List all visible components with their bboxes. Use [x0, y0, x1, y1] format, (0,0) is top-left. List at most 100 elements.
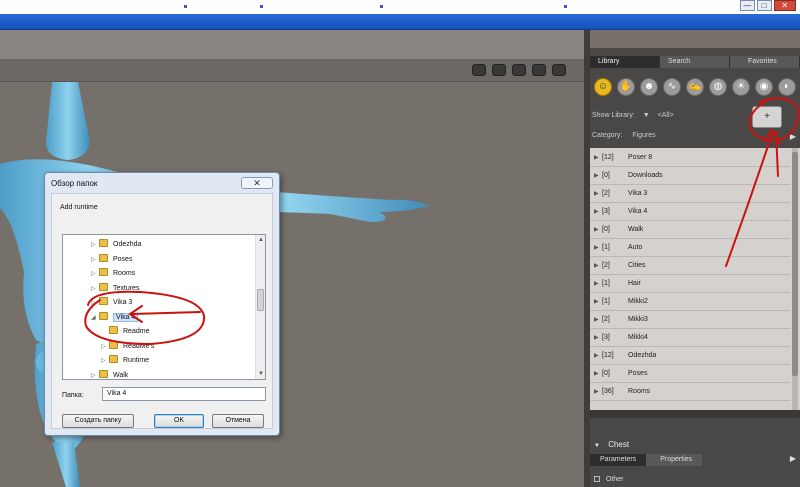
tab-favorites[interactable]: Favorites [730, 56, 800, 68]
tree-expander-icon[interactable]: ▷ [91, 369, 99, 380]
folder-icon [109, 326, 118, 334]
library-item[interactable]: ▶ [2] Mikki3 [590, 311, 790, 329]
library-item[interactable]: ▶ [0] Poses [590, 365, 790, 383]
scroll-up-icon[interactable]: ▲ [256, 235, 265, 245]
dialog-body: Add runtime ▲ ▼ ▷ Odezhda ▷ Poses ▷ Rooms ▷ Tex… [51, 193, 273, 429]
show-library-value[interactable]: <All> [658, 112, 674, 119]
item-count: [12] [602, 154, 614, 161]
hand-icon[interactable]: ✍ [686, 78, 704, 96]
library-item[interactable]: ▶ [2] Cities [590, 257, 790, 275]
expand-triangle-icon[interactable]: ▶ [590, 239, 602, 257]
folder-node[interactable]: ▷ Walk [91, 369, 128, 380]
camera-icon[interactable]: ◉ [755, 78, 773, 96]
expand-triangle-icon[interactable]: ▶ [590, 221, 602, 239]
hair-icon[interactable]: ∿ [663, 78, 681, 96]
library-item[interactable]: ▶ [1] Auto [590, 239, 790, 257]
expand-triangle-icon[interactable]: ▶ [590, 329, 602, 347]
dropdown-arrow-icon[interactable]: ▼ [643, 112, 650, 119]
tab-properties[interactable]: Properties [646, 454, 703, 466]
folder-node[interactable]: ▷ Poses [91, 253, 132, 267]
folder-node[interactable]: ◢ Vika 4 [91, 311, 139, 325]
parameters-header[interactable]: ▼ Chest [594, 440, 629, 449]
group-toggle-icon[interactable] [594, 476, 600, 482]
material-icon[interactable]: ◐ [778, 78, 796, 96]
folder-node[interactable]: ▷ Runtime [101, 354, 149, 368]
show-library-filter[interactable]: Show Library: ▼ <All> [592, 112, 674, 119]
scroll-thumb[interactable] [257, 289, 264, 311]
tree-expander-icon[interactable]: ▷ [91, 282, 99, 296]
folder-node[interactable]: ▷ Rooms [91, 267, 135, 281]
folder-node[interactable]: ▷ Odezhda [91, 238, 141, 252]
expand-triangle-icon[interactable]: ▶ [590, 347, 602, 365]
tree-scrollbar[interactable]: ▲ ▼ [255, 235, 265, 379]
expand-triangle-icon[interactable]: ▶ [590, 383, 602, 401]
tree-expander-icon[interactable]: ▷ [91, 238, 99, 252]
move-xz-icon[interactable] [532, 64, 546, 76]
scroll-thumb[interactable] [792, 152, 798, 376]
expression-icon[interactable]: ☻ [640, 78, 658, 96]
folder-node[interactable]: ▷ Vika 3 [91, 296, 132, 310]
expand-triangle-icon[interactable]: ▶ [590, 167, 602, 185]
category-value[interactable]: Figures [632, 132, 655, 139]
ok-button[interactable]: OK [154, 414, 204, 428]
dialog-close-button[interactable]: ✕ [241, 177, 273, 189]
tree-expander-icon[interactable]: ▷ [101, 340, 109, 354]
library-item[interactable]: ▶ [3] Mikki4 [590, 329, 790, 347]
item-name: Hair [628, 280, 641, 287]
library-item[interactable]: ▶ [36] Rooms [590, 383, 790, 401]
figure-icon[interactable]: ☺ [594, 78, 612, 96]
folder-input[interactable]: Vika 4 [102, 387, 266, 401]
library-item[interactable]: ▶ [12] Poser 8 [590, 149, 790, 167]
expand-triangle-icon[interactable]: ▶ [590, 203, 602, 221]
expand-triangle-icon[interactable]: ▶ [590, 275, 602, 293]
folder-node[interactable]: ▷ Textures [91, 282, 139, 296]
panel-divider[interactable] [590, 410, 800, 418]
light-icon[interactable]: ☀ [732, 78, 750, 96]
folder-icon [109, 340, 118, 349]
expand-triangle-icon[interactable]: ▶ [590, 257, 602, 275]
library-item[interactable]: ▶ [2] Vika 3 [590, 185, 790, 203]
tab-search[interactable]: Search [660, 56, 730, 68]
rotate-trackball-icon[interactable] [512, 64, 526, 76]
scroll-down-icon[interactable]: ▼ [256, 369, 265, 379]
expand-triangle-icon[interactable]: ▶ [590, 311, 602, 329]
dialog-title: Обзор папок [51, 179, 98, 188]
add-runtime-button[interactable]: + [752, 106, 782, 128]
prop-icon[interactable]: ◍ [709, 78, 727, 96]
cancel-button[interactable]: Отмена [212, 414, 264, 428]
collapse-triangle-icon[interactable]: ▼ [594, 443, 600, 449]
close-window-button[interactable]: ✕ [773, 0, 796, 11]
category-menu-arrow-icon[interactable]: ▶ [790, 132, 796, 141]
tree-expander-icon[interactable]: ▷ [91, 267, 99, 281]
tree-expander-icon[interactable]: ▷ [91, 296, 99, 310]
item-name: Walk [628, 226, 644, 233]
camera-icon[interactable] [472, 64, 486, 76]
library-scrollbar[interactable] [792, 148, 798, 410]
pose-icon[interactable]: ✋ [617, 78, 635, 96]
library-item[interactable]: ▶ [1] Hair [590, 275, 790, 293]
tree-expander-icon[interactable]: ◢ [91, 311, 99, 325]
tree-expander-icon[interactable]: ▷ [91, 253, 99, 267]
panel-menu-arrow-icon[interactable]: ▶ [790, 454, 796, 466]
minimize-button[interactable]: — [740, 0, 755, 11]
library-item[interactable]: ▶ [0] Downloads [590, 167, 790, 185]
maximize-button[interactable]: □ [756, 0, 772, 11]
tree-expander-icon[interactable]: ▷ [101, 354, 109, 368]
new-folder-button[interactable]: Создать папку [62, 414, 134, 428]
tab-library[interactable]: Library [590, 56, 660, 68]
library-item[interactable]: ▶ [12] Odezhda [590, 347, 790, 365]
folder-node[interactable]: Readme [101, 325, 149, 339]
camera-dolly-icon[interactable] [492, 64, 506, 76]
expand-triangle-icon[interactable]: ▶ [590, 185, 602, 203]
folder-label: Папка: [62, 392, 84, 399]
folder-node[interactable]: ▷ ReadMe's [101, 340, 154, 354]
library-item[interactable]: ▶ [0] Walk [590, 221, 790, 239]
tab-parameters[interactable]: Parameters [590, 454, 647, 466]
library-item[interactable]: ▶ [1] Mikki2 [590, 293, 790, 311]
scale-icon[interactable] [552, 64, 566, 76]
expand-triangle-icon[interactable]: ▶ [590, 365, 602, 383]
library-item[interactable]: ▶ [3] Vika 4 [590, 203, 790, 221]
parameter-group[interactable]: Other [594, 476, 623, 483]
expand-triangle-icon[interactable]: ▶ [590, 293, 602, 311]
expand-triangle-icon[interactable]: ▶ [590, 149, 602, 167]
